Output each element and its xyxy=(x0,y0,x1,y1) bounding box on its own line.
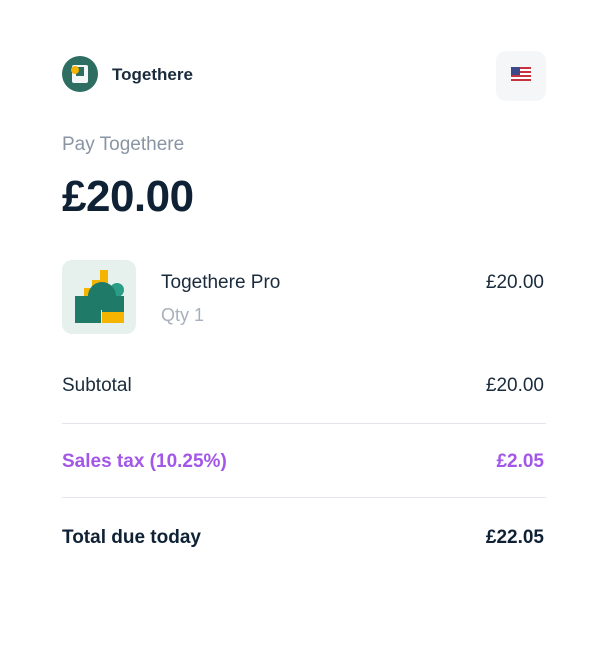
togethere-pro-product-icon xyxy=(62,260,136,334)
us-flag-icon xyxy=(511,66,531,86)
line-item: Togethere Pro Qty 1 £20.00 xyxy=(62,260,544,334)
total-label: Total due today xyxy=(62,527,201,548)
item-quantity: Qty 1 xyxy=(161,305,205,325)
item-price: £20.00 xyxy=(485,272,544,293)
subtotal-value: £20.00 xyxy=(485,375,544,396)
header: Togethere xyxy=(62,51,546,101)
language-selector-button[interactable] xyxy=(496,51,546,101)
divider xyxy=(62,497,546,498)
pay-label: Pay Togethere xyxy=(62,134,185,155)
total-value: £22.05 xyxy=(485,527,544,548)
payment-amount: £20.00 xyxy=(62,172,194,221)
togethere-logo-icon xyxy=(62,56,98,92)
divider xyxy=(62,423,546,424)
item-name: Togethere Pro xyxy=(161,272,281,293)
sales-tax-label: Sales tax (10.25%) xyxy=(62,451,227,472)
subtotal-label: Subtotal xyxy=(62,375,132,396)
sales-tax-value: £2.05 xyxy=(496,451,544,472)
brand-name: Togethere xyxy=(112,65,193,84)
